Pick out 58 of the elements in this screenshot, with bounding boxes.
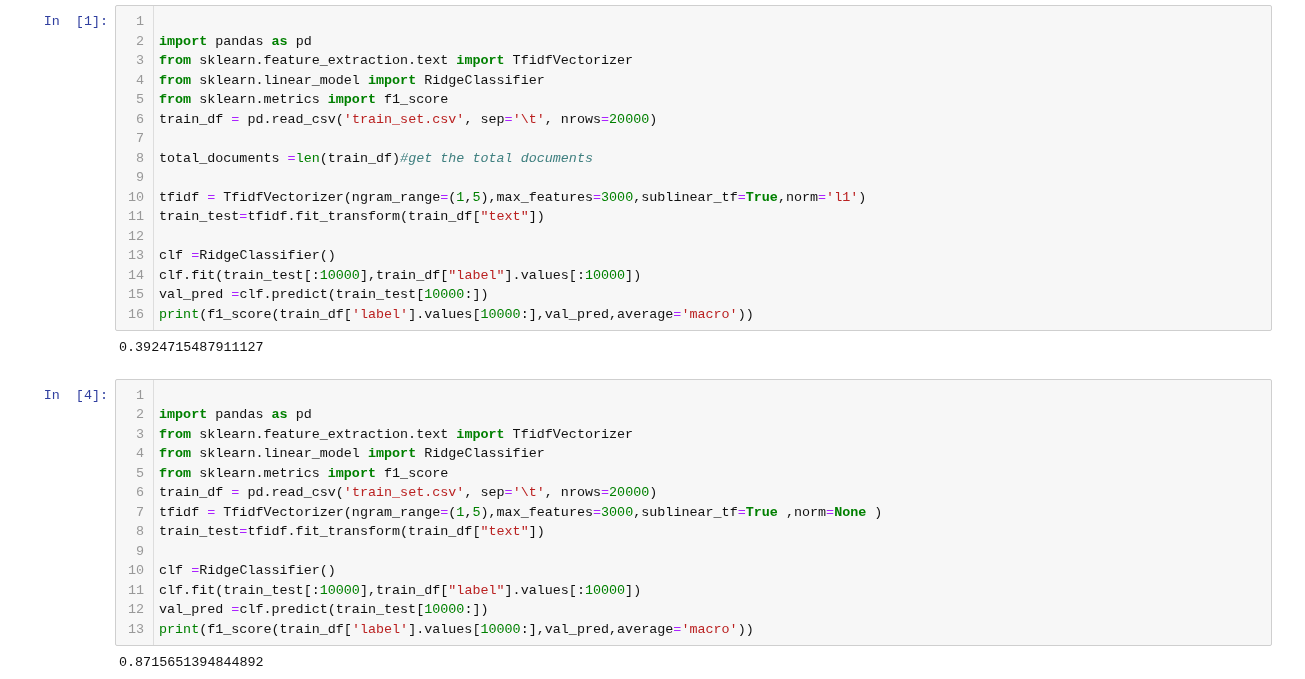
code-line: from sklearn.linear_model import RidgeClassifier	[159, 72, 545, 88]
line-number: 16	[127, 305, 144, 324]
line-number: 8	[135, 523, 144, 541]
line-number: 4	[135, 445, 144, 463]
line-number: 1	[135, 13, 144, 31]
line-number: 14	[127, 266, 144, 285]
cell-prompt: In [1]:	[43, 13, 108, 31]
code-line: clf =RidgeClassifier()	[159, 248, 336, 263]
code-line: print(f1_score(train_df['label'].values[10000:],val_pred,average='macro'))	[159, 621, 754, 637]
line-number: 5	[135, 464, 144, 483]
line-number: 9	[135, 169, 144, 187]
code-line: total_documents =len(train_df)#get the total documents	[159, 150, 593, 166]
line-number: 2	[135, 406, 144, 424]
line-number: 6	[135, 484, 144, 502]
line-number: 5	[135, 91, 144, 109]
code-line: clf.fit(train_test[:10000],train_df["label"].values[:10000])	[159, 582, 642, 598]
line-number: 3	[135, 52, 144, 70]
cell-output: 0.8715651394844892	[118, 654, 264, 672]
line-number: 3	[135, 425, 144, 444]
code-line: from sklearn.metrics import f1_score	[159, 92, 449, 107]
code-line: tfidf = TfidfVectorizer(ngram_range=(1,5),max_features=3000,sublinear_tf=True ,norm=None )	[159, 504, 883, 520]
code-editor[interactable]	[115, 5, 1272, 331]
line-number: 12	[127, 601, 144, 619]
code-line: tfidf = TfidfVectorizer(ngram_range=(1,5),max_features=3000,sublinear_tf=True,norm='l1')	[159, 189, 867, 205]
line-number: 13	[127, 620, 144, 639]
code-line: val_pred =clf.predict(train_test[10000:])	[159, 287, 489, 302]
line-number: 7	[135, 503, 144, 522]
line-number: 2	[135, 32, 144, 51]
line-number: 10	[127, 188, 144, 207]
line-number: 4	[135, 71, 144, 90]
line-number: 11	[127, 208, 144, 226]
code-line: from sklearn.feature_extraction.text import TfidfVectorizer	[159, 53, 634, 68]
code-line: print(f1_score(train_df['label'].values[10000:],val_pred,average='macro'))	[159, 306, 754, 322]
code-line: from sklearn.linear_model import RidgeClassifier	[159, 446, 545, 461]
line-number: 13	[127, 247, 144, 265]
code-line: from sklearn.metrics import f1_score	[159, 465, 449, 481]
line-number: 7	[135, 130, 144, 148]
line-number: 15	[127, 286, 144, 304]
code-line: from sklearn.feature_extraction.text import TfidfVectorizer	[159, 426, 634, 442]
code-line: import pandas as pd	[159, 407, 312, 422]
code-line: val_pred =clf.predict(train_test[10000:])	[159, 602, 489, 617]
code-line: train_test=tfidf.fit_transform(train_df["text"])	[159, 209, 545, 224]
line-number: 8	[135, 149, 144, 168]
code-line: train_test=tfidf.fit_transform(train_df["text"])	[159, 524, 545, 539]
code-line: clf.fit(train_test[:10000],train_df["label"].values[:10000])	[159, 267, 642, 283]
code-line: train_df = pd.read_csv('train_set.csv', sep='\t', nrows=20000)	[159, 485, 658, 500]
cell-prompt: In [4]:	[43, 386, 108, 405]
line-number: 12	[127, 227, 144, 246]
cell-output: 0.3924715487911127	[118, 339, 264, 357]
code-editor[interactable]	[115, 378, 1272, 646]
line-number: 6	[135, 110, 144, 129]
line-number: 9	[135, 542, 144, 561]
line-number: 1	[135, 386, 144, 405]
code-line: clf =RidgeClassifier()	[159, 563, 336, 578]
code-line: import pandas as pd	[159, 33, 312, 49]
line-number: 10	[127, 562, 144, 580]
line-number: 11	[127, 581, 144, 600]
code-line: train_df = pd.read_csv('train_set.csv', sep='\t', nrows=20000)	[159, 111, 658, 127]
